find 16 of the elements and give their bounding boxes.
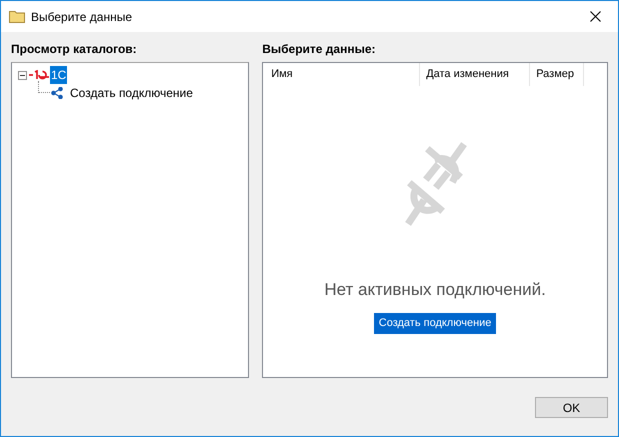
ok-button[interactable]: OK [535, 397, 608, 418]
tree-item[interactable]: 1С [50, 66, 68, 84]
share-icon [51, 87, 63, 99]
folder-icon [9, 10, 25, 23]
column-header[interactable]: Имя [271, 63, 420, 86]
logo-icon [29, 70, 49, 80]
window-title: Выберите данные [31, 8, 132, 26]
panel-label: Просмотр каталогов: [11, 41, 138, 56]
collapse-toggle-icon[interactable] [18, 70, 27, 80]
empty-message: Нет активных подключений. [324, 279, 546, 301]
create-connection-button[interactable]: Создать подключение [374, 312, 496, 334]
column-header[interactable]: Дата изменения [420, 63, 530, 86]
column-header[interactable]: Размер [530, 63, 584, 86]
panel-label: Выберите данные: [262, 41, 376, 56]
tree-item[interactable]: Создать подключение [69, 84, 194, 102]
close-icon [590, 11, 600, 22]
